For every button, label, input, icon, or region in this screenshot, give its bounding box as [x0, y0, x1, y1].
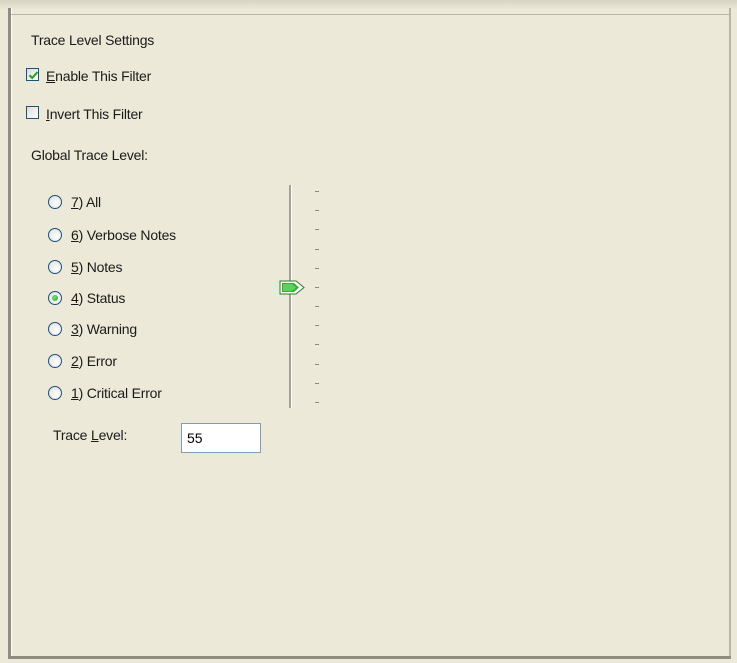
radio-level-3[interactable]	[48, 322, 62, 336]
trace-level-label-post: evel:	[98, 427, 128, 443]
enable-filter-label[interactable]: Enable This Filter	[46, 67, 151, 85]
panel-inner-divider	[11, 14, 729, 15]
radio-level-2-accel: 2	[71, 353, 79, 369]
radio-level-7-accel: 7	[71, 194, 79, 210]
slider-tick	[315, 210, 319, 211]
radio-level-4-label[interactable]: 4) Status	[71, 289, 125, 307]
enable-filter-checkbox[interactable]	[26, 68, 39, 81]
radio-level-5-label[interactable]: 5) Notes	[71, 258, 123, 276]
slider-tick	[315, 287, 319, 288]
slider-tick	[315, 191, 319, 192]
trace-level-panel: Trace Level Settings Enable This Filter …	[0, 0, 737, 663]
panel-top-edge	[0, 0, 737, 10]
radio-level-1-accel: 1	[71, 385, 79, 401]
radio-level-7-text: ) All	[78, 194, 102, 210]
slider-tick	[315, 249, 319, 250]
radio-level-6-label[interactable]: 6) Verbose Notes	[71, 226, 176, 244]
slider-tick	[315, 268, 319, 269]
radio-level-3-accel: 3	[71, 321, 79, 337]
slider-tick	[315, 325, 319, 326]
trace-level-label-pre: Trace	[53, 427, 91, 443]
radio-level-5[interactable]	[48, 260, 62, 274]
slider-thumb-icon[interactable]	[279, 280, 305, 295]
radio-level-4[interactable]	[48, 291, 62, 305]
radio-level-5-text: ) Notes	[78, 259, 123, 275]
check-mark-icon	[28, 71, 39, 80]
slider-tick	[315, 229, 319, 230]
radio-level-6-text: ) Verbose Notes	[78, 227, 177, 243]
invert-filter-checkbox[interactable]	[26, 106, 39, 119]
invert-filter-label[interactable]: Invert This Filter	[46, 105, 143, 123]
radio-level-2-text: ) Error	[78, 353, 117, 369]
radio-level-1-label[interactable]: 1) Critical Error	[71, 384, 162, 402]
trace-level-slider-track[interactable]	[289, 185, 292, 408]
radio-level-3-text: ) Warning	[78, 321, 138, 337]
slider-tick	[315, 306, 319, 307]
group-title: Trace Level Settings	[31, 32, 155, 48]
trace-level-label-accel: L	[90, 427, 99, 443]
radio-level-2[interactable]	[48, 354, 62, 368]
radio-level-2-label[interactable]: 2) Error	[71, 352, 117, 370]
radio-selected-dot	[52, 295, 58, 301]
enable-filter-text: nable This Filter	[55, 68, 152, 84]
slider-tick	[315, 364, 319, 365]
slider-tick	[315, 383, 319, 384]
radio-level-4-text: ) Status	[78, 290, 126, 306]
radio-level-1-text: ) Critical Error	[78, 385, 162, 401]
radio-level-6[interactable]	[48, 228, 62, 242]
radio-level-3-label[interactable]: 3) Warning	[71, 320, 137, 338]
radio-level-7-label[interactable]: 7) All	[71, 193, 101, 211]
radio-level-5-accel: 5	[71, 259, 79, 275]
slider-tick	[315, 402, 319, 403]
enable-filter-accel: E	[46, 68, 56, 84]
radio-level-6-accel: 6	[71, 227, 79, 243]
invert-filter-text: nvert This Filter	[49, 106, 143, 122]
trace-level-label: Trace Level:	[53, 426, 127, 444]
slider-tick	[315, 344, 319, 345]
panel-left-border	[8, 8, 12, 658]
panel-right-border	[729, 8, 731, 658]
panel-bottom-border	[8, 656, 731, 659]
global-trace-level-label: Global Trace Level:	[31, 147, 148, 163]
radio-level-7[interactable]	[48, 195, 62, 209]
trace-level-input[interactable]: 55	[181, 423, 261, 453]
radio-level-1[interactable]	[48, 386, 62, 400]
radio-level-4-accel: 4	[71, 290, 79, 306]
